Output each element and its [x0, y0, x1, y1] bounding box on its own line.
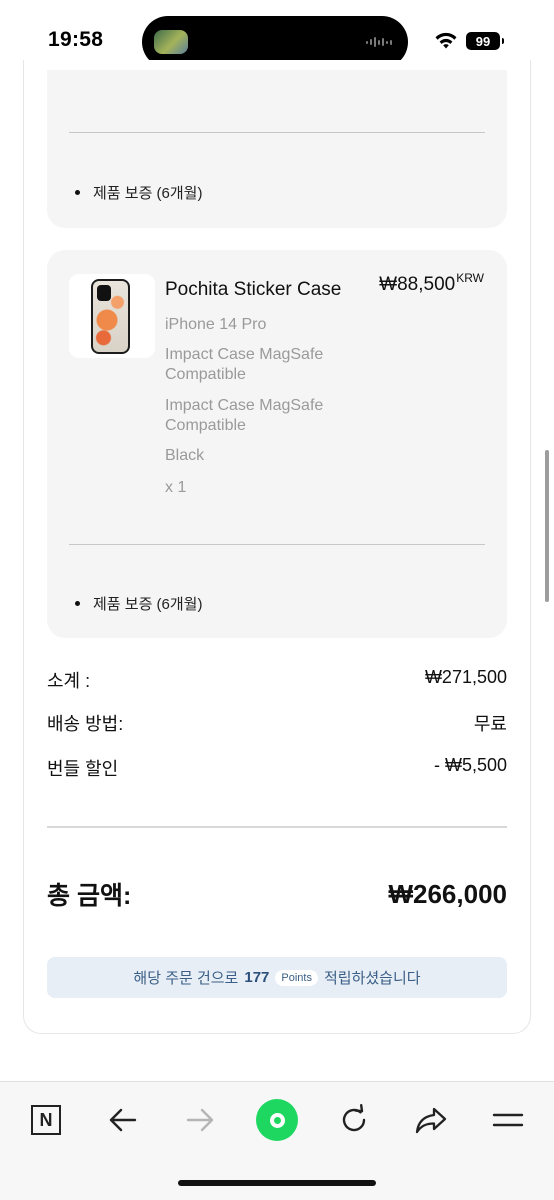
- n-logo-button[interactable]: N: [24, 1098, 68, 1142]
- points-unit: Points: [275, 969, 318, 986]
- currency-code: KRW: [456, 271, 484, 285]
- status-time: 19:58: [48, 28, 104, 51]
- option-case-type-2: Impact Case MagSafe Compatible: [165, 397, 324, 434]
- summary-divider: [47, 826, 507, 828]
- product-image[interactable]: [69, 274, 155, 358]
- warranty-row: 제품 보증 (6개월): [75, 593, 202, 614]
- option-quantity: x 1: [165, 479, 187, 496]
- item-divider: [69, 544, 485, 545]
- points-banner: 해당 주문 건으로 177 Points 적립하셨습니다: [47, 957, 507, 998]
- audio-wave-icon: [366, 36, 392, 48]
- wifi-icon: [435, 32, 457, 49]
- shipping-value: 무료: [473, 714, 507, 734]
- subtotal-row: 소계 : ₩271,500: [47, 667, 507, 693]
- option-color: Black: [165, 447, 205, 464]
- previous-item-card: 제품 보증 (6개월): [47, 70, 507, 228]
- n-logo-icon: N: [31, 1105, 61, 1135]
- points-suffix: 적립하셨습니다: [323, 970, 421, 987]
- camera-icon: [97, 285, 111, 301]
- warranty-row: 제품 보증 (6개월): [75, 182, 202, 203]
- home-indicator[interactable]: [178, 1180, 376, 1186]
- back-arrow-icon: [109, 1108, 137, 1132]
- total-value: ₩266,000: [388, 878, 507, 909]
- back-button[interactable]: [101, 1098, 145, 1142]
- bundle-discount-row: 번들 할인 - ₩5,500: [47, 755, 507, 781]
- total-label: 총 금액:: [47, 882, 132, 910]
- share-button[interactable]: [409, 1098, 453, 1142]
- total-row: 총 금액: ₩266,000: [47, 876, 507, 912]
- reload-button[interactable]: [332, 1098, 376, 1142]
- forward-arrow-icon: [186, 1108, 214, 1132]
- order-item-card: Pochita Sticker Case ₩88,500KRW iPhone 1…: [47, 250, 507, 638]
- now-playing-thumbnail: [154, 30, 188, 54]
- shipping-row: 배송 방법: 무료: [47, 710, 507, 736]
- product-name[interactable]: Pochita Sticker Case: [165, 279, 341, 301]
- shipping-label: 배송 방법:: [47, 714, 124, 734]
- subtotal-value: ₩271,500: [424, 667, 507, 687]
- forward-button[interactable]: [178, 1098, 222, 1142]
- bullet-icon: [75, 190, 80, 195]
- home-dot-icon: [256, 1099, 298, 1141]
- points-prefix: 해당 주문 건으로: [133, 970, 239, 987]
- bundle-discount-value: - ₩5,500: [433, 755, 507, 775]
- share-icon: [415, 1107, 447, 1134]
- menu-icon: [492, 1113, 524, 1127]
- subtotal-label: 소계 :: [47, 671, 91, 691]
- menu-button[interactable]: [486, 1098, 530, 1142]
- battery-icon: 99: [466, 32, 504, 50]
- bullet-icon: [75, 601, 80, 606]
- points-amount: 177: [244, 969, 270, 986]
- page-scrollbar[interactable]: [545, 450, 549, 602]
- option-device: iPhone 14 Pro: [165, 316, 267, 333]
- item-divider: [69, 132, 485, 133]
- bundle-discount-label: 번들 할인: [47, 759, 119, 779]
- home-button[interactable]: [255, 1098, 299, 1142]
- product-price: ₩88,500KRW: [379, 271, 484, 295]
- warranty-text: 제품 보증 (6개월): [93, 596, 203, 613]
- phone-case-image: [91, 279, 130, 354]
- warranty-text: 제품 보증 (6개월): [93, 185, 203, 202]
- reload-icon: [342, 1104, 366, 1132]
- option-case-type: Impact Case MagSafe Compatible: [165, 346, 324, 383]
